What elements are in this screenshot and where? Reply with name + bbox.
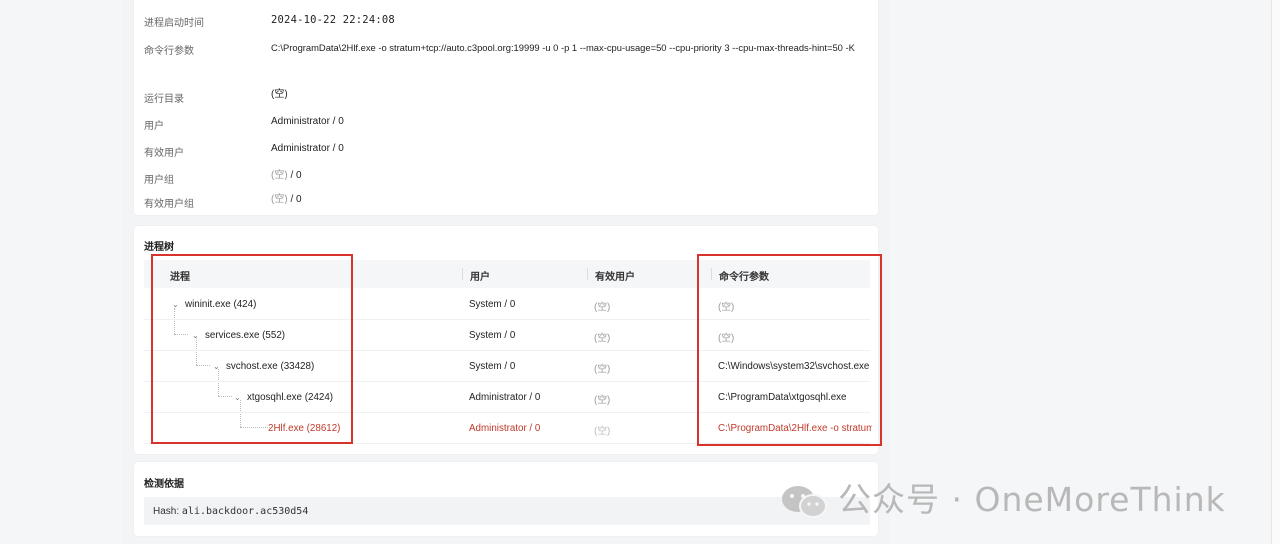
group-id: / 0: [287, 170, 302, 181]
process-tree-title: 进程树: [144, 242, 174, 253]
hash-box: Hash: ali.backdoor.ac530d54: [144, 497, 870, 525]
column-header-user[interactable]: 用户: [470, 268, 490, 283]
process-detail-card: 进程启动时间 2024-10-22 22:24:08 命令行参数 C:\Prog…: [134, 0, 878, 215]
user-cell: System / 0: [469, 361, 516, 372]
wechat-icon: [780, 484, 828, 520]
hash-text[interactable]: Hash: ali.backdoor.ac530d54: [153, 506, 308, 517]
detail-key: 用户组: [144, 175, 174, 186]
detail-key: 有效用户组: [144, 199, 194, 210]
annotation-box-cmdline: [697, 254, 882, 446]
column-separator: [462, 268, 463, 280]
detail-value: C:\ProgramData\2Hlf.exe -o stratum+tcp:/…: [271, 42, 855, 53]
group-id: / 0: [287, 194, 302, 205]
detail-value: (空) / 0: [271, 164, 876, 188]
empty-marker: (空): [271, 170, 288, 181]
effective-user-cell: (空): [594, 302, 611, 313]
effective-user-cell: (空): [594, 333, 611, 344]
detail-key: 运行目录: [144, 94, 184, 105]
watermark-text: 公众号 · OneMoreThink: [838, 480, 1226, 519]
user-cell: System / 0: [469, 299, 516, 310]
detail-key: 命令行参数: [144, 46, 194, 57]
detail-value: Administrator / 0: [271, 116, 344, 127]
detail-key: 有效用户: [144, 148, 184, 159]
effective-user-cell: (空): [594, 395, 611, 406]
detail-value: (空) / 0: [271, 188, 876, 212]
detail-key: 进程启动时间: [144, 18, 204, 29]
column-separator: [587, 268, 588, 280]
user-cell: Administrator / 0: [469, 423, 541, 434]
detection-basis-title: 检测依据: [144, 479, 184, 490]
empty-marker: (空): [271, 194, 288, 205]
detail-value: Administrator / 0: [271, 143, 344, 154]
user-cell: Administrator / 0: [469, 392, 541, 403]
hash-value: ali.backdoor.ac530d54: [181, 506, 309, 517]
effective-user-cell: (空): [594, 426, 611, 437]
watermark: 公众号 · OneMoreThink: [780, 473, 1226, 519]
annotation-box-process: [151, 254, 353, 444]
page-right-edge: [1271, 0, 1280, 544]
column-header-effective-user[interactable]: 有效用户: [595, 268, 635, 283]
detail-value: (空): [271, 89, 288, 100]
effective-user-cell: (空): [594, 364, 611, 375]
detection-basis-card: 检测依据 Hash: ali.backdoor.ac530d54: [134, 462, 878, 536]
detail-key: 用户: [144, 121, 164, 132]
user-cell: System / 0: [469, 330, 516, 341]
detail-value: 2024-10-22 22:24:08: [271, 14, 395, 26]
hash-label: Hash:: [153, 506, 182, 517]
